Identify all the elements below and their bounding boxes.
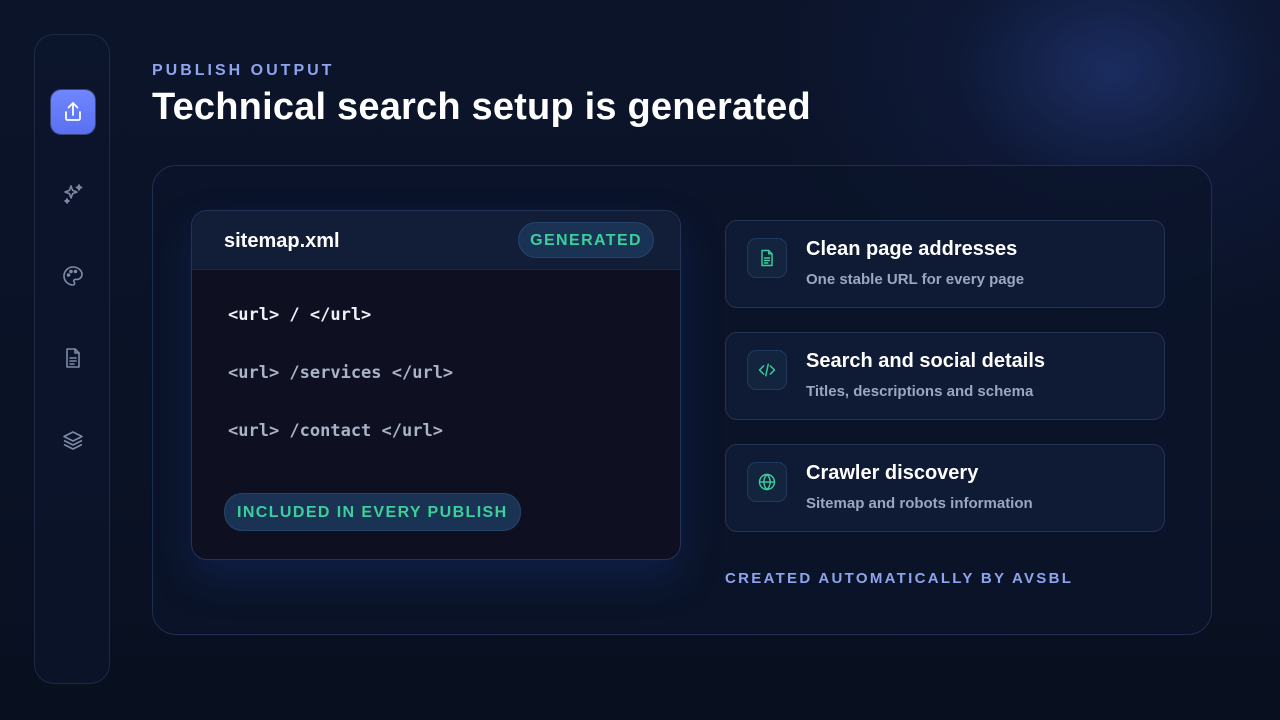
feature-title: Clean page addresses — [806, 238, 1018, 260]
footer-note: CREATED AUTOMATICALLY BY AVSBL — [725, 570, 1074, 587]
sidebar-item-ai[interactable] — [51, 172, 95, 216]
feature-crawler-discovery: Crawler discovery Sitemap and robots inf… — [725, 444, 1165, 532]
code-line: <url> /services </url> — [228, 363, 454, 383]
palette-icon — [63, 266, 83, 286]
feature-description: Sitemap and robots information — [806, 495, 1033, 512]
feature-clean-addresses: Clean page addresses One stable URL for … — [725, 220, 1165, 308]
generated-badge: GENERATED — [518, 222, 654, 258]
included-badge: INCLUDED IN EVERY PUBLISH — [224, 493, 521, 531]
feature-search-social: Search and social details Titles, descri… — [725, 332, 1165, 420]
feature-icon-box — [747, 350, 787, 390]
code-line: <url> / </url> — [228, 305, 372, 325]
file-name: sitemap.xml — [224, 230, 340, 252]
sidebar-item-pages[interactable] — [51, 336, 95, 380]
sidebar-item-layers[interactable] — [51, 418, 95, 462]
code-line: <url> /contact </url> — [228, 421, 443, 441]
code-icon — [758, 363, 776, 377]
sparkles-icon — [64, 184, 83, 204]
sidebar-item-publish[interactable] — [51, 90, 95, 134]
feature-description: One stable URL for every page — [806, 271, 1025, 288]
page-title: Technical search setup is generated — [152, 86, 811, 128]
feature-icon-box — [747, 462, 787, 502]
feature-title: Search and social details — [806, 350, 1045, 372]
layers-icon — [63, 431, 83, 450]
main-card: sitemap.xml GENERATED <url> / </url> <ur… — [152, 165, 1212, 635]
share-upload-icon — [65, 102, 81, 121]
feature-title: Crawler discovery — [806, 462, 979, 484]
globe-icon — [758, 473, 776, 491]
section-eyebrow: PUBLISH OUTPUT — [152, 62, 335, 79]
sitemap-code-panel: sitemap.xml GENERATED <url> / </url> <ur… — [191, 210, 681, 560]
code-panel-header: sitemap.xml GENERATED — [192, 211, 680, 270]
document-icon — [761, 249, 773, 267]
sidebar-item-design[interactable] — [51, 254, 95, 298]
document-icon — [66, 348, 80, 368]
feature-icon-box — [747, 238, 787, 278]
sidebar — [34, 34, 110, 684]
feature-description: Titles, descriptions and schema — [806, 383, 1034, 400]
